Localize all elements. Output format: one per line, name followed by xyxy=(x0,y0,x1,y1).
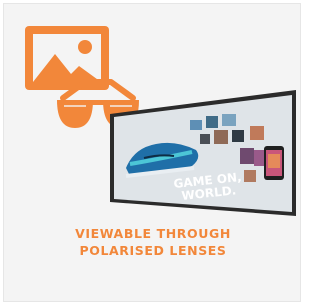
caption-line-1: VIEWABLE THROUGH xyxy=(75,226,231,241)
phone-graphic xyxy=(264,146,284,180)
display-screen: GAME ON, WORLD. xyxy=(104,90,300,220)
caption-line-2: POLARISED LENSES xyxy=(79,243,227,258)
feature-caption: VIEWABLE THROUGH POLARISED LENSES xyxy=(4,225,302,259)
feature-card: GAME ON, WORLD. VIEWABLE THROUGH POLARIS… xyxy=(3,3,301,302)
